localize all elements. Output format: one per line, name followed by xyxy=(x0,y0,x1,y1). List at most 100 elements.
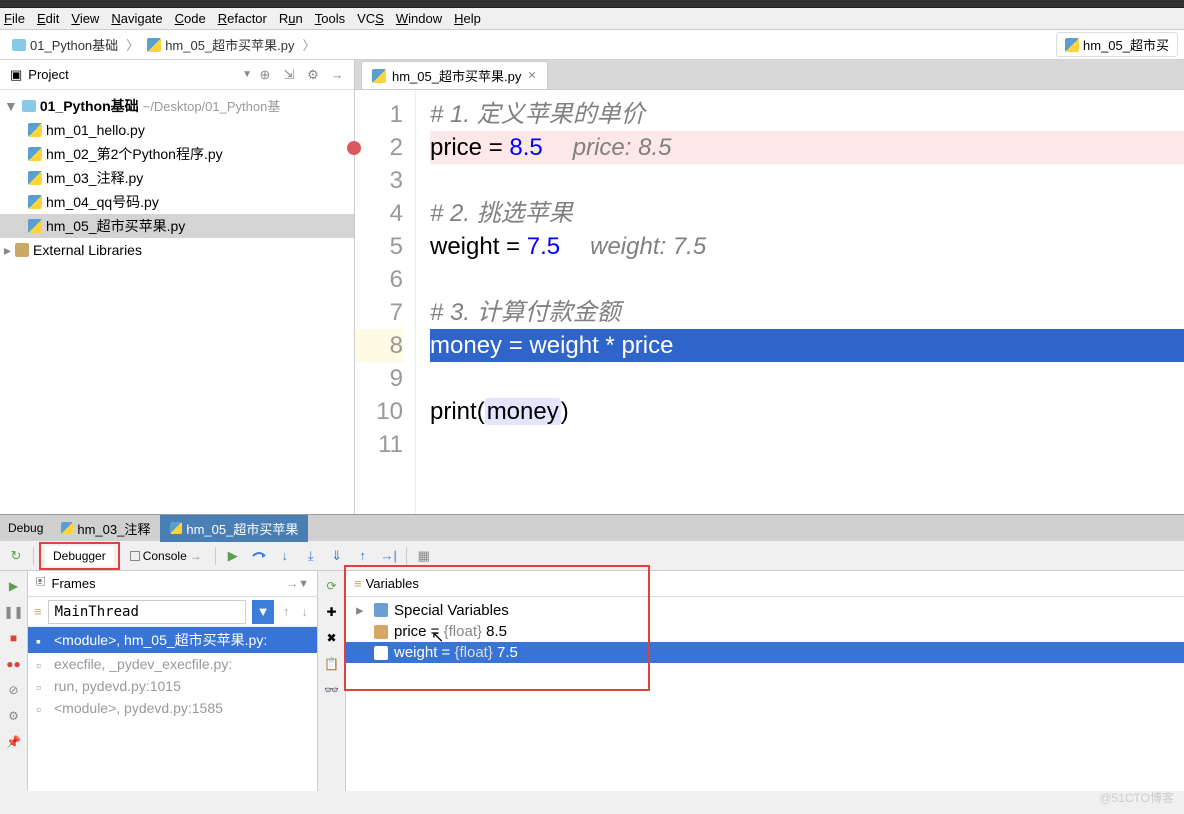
code-comment: # 3. 计算付款金额 xyxy=(430,299,621,326)
settings-icon[interactable]: ⚙ xyxy=(5,707,23,725)
frame-label: <module>, pydevd.py:1585 xyxy=(54,700,223,716)
var-value: 7.5 xyxy=(497,644,518,661)
frame-row[interactable]: ▫<module>, pydevd.py:1585 xyxy=(28,697,317,719)
tree-external-libs[interactable]: ▸External Libraries xyxy=(0,238,354,262)
variables-header: ≡ Variables xyxy=(346,571,1184,597)
menu-run[interactable]: Run xyxy=(279,11,303,26)
stop-icon[interactable]: ■ xyxy=(5,629,23,647)
thread-dropdown-button[interactable]: ▼ xyxy=(252,600,274,624)
hide-icon[interactable]: → xyxy=(330,68,344,82)
pin-icon[interactable]: 📌 xyxy=(5,733,23,751)
python-icon xyxy=(147,38,161,52)
root-path: ~/Desktop/01_Python基 xyxy=(143,99,281,114)
tree-file-active[interactable]: hm_05_超市买苹果.py xyxy=(0,214,354,238)
target-icon[interactable]: ⊕ xyxy=(258,68,272,82)
breakpoint-icon[interactable] xyxy=(347,141,361,155)
force-step-icon[interactable]: ⇓ xyxy=(325,544,349,568)
prev-frame-icon[interactable]: ↑ xyxy=(280,604,293,619)
menu-navigate[interactable]: Navigate xyxy=(111,11,162,26)
menu-file[interactable]: File xyxy=(4,11,25,26)
sidebar-title: Project xyxy=(28,67,236,82)
frame-row[interactable]: ▫run, pydevd.py:1015 xyxy=(28,675,317,697)
gutter[interactable]: 1 2 3 4 5 6 7 8 9 10 11 xyxy=(355,90,415,514)
code-param: money xyxy=(485,398,561,425)
rerun-icon[interactable]: ↻ xyxy=(4,544,28,568)
code-content[interactable]: # 1. 定义苹果的单价 price = 8.5price: 8.5 # 2. … xyxy=(415,90,1184,514)
view-breakpoints-icon[interactable]: ●● xyxy=(5,655,23,673)
tree-file[interactable]: hm_04_qq号码.py xyxy=(0,190,354,214)
frames-dropdown-icon[interactable]: →▼ xyxy=(287,578,309,590)
variables-list: ▸ Special Variables price = {float} 8.5 … xyxy=(346,597,1184,665)
resume-icon[interactable]: ▶ xyxy=(221,544,245,568)
tree-root[interactable]: ▼ 01_Python基础~/Desktop/01_Python基 xyxy=(0,94,354,118)
menu-edit[interactable]: Edit xyxy=(37,11,59,26)
duplicate-icon[interactable]: 📋 xyxy=(323,655,341,673)
var-special[interactable]: ▸ Special Variables xyxy=(346,599,1184,621)
next-frame-icon[interactable]: ↓ xyxy=(299,604,312,619)
file-label: hm_03_注释.py xyxy=(46,168,143,188)
step-out-icon[interactable]: ↑ xyxy=(351,544,375,568)
close-icon[interactable]: ✕ xyxy=(527,69,536,82)
step-over-icon[interactable] xyxy=(247,544,271,568)
editor-tab[interactable]: hm_05_超市买苹果.py ✕ xyxy=(361,61,548,89)
frame-row-active[interactable]: ▪<module>, hm_05_超市买苹果.py: xyxy=(28,627,317,653)
menu-refactor[interactable]: Refactor xyxy=(218,11,267,26)
file-label: hm_05_超市买苹果.py xyxy=(46,216,185,236)
run-to-cursor-icon[interactable]: →| xyxy=(377,544,401,568)
frames-icon: 🗉 xyxy=(36,573,46,595)
expand-icon[interactable]: ▸ xyxy=(356,601,368,619)
python-icon xyxy=(372,69,386,83)
python-icon xyxy=(28,147,42,161)
debug-label: Debug xyxy=(0,518,51,538)
var-row[interactable]: price = {float} 8.5 xyxy=(346,621,1184,642)
var-value: 8.5 xyxy=(486,623,507,640)
paren: ) xyxy=(561,398,569,425)
variables-panel: ≡ Variables ▸ Special Variables price = … xyxy=(346,571,1184,791)
debug-file-tab-active[interactable]: hm_05_超市买苹果 xyxy=(160,515,308,542)
gear-icon[interactable]: ⚙ xyxy=(306,68,320,82)
menu-view[interactable]: View xyxy=(71,11,99,26)
pause-icon[interactable]: ❚❚ xyxy=(5,603,23,621)
breadcrumb-project[interactable]: 01_Python基础 xyxy=(6,33,124,56)
breadcrumb-bar: 01_Python基础 〉 hm_05_超市买苹果.py 〉 hm_05_超市买 xyxy=(0,30,1184,60)
debug-file-tab[interactable]: hm_03_注释 xyxy=(51,515,160,542)
breadcrumb-file[interactable]: hm_05_超市买苹果.py xyxy=(141,33,300,56)
inline-hint: price: 8.5 xyxy=(573,134,672,161)
code-comment: # 2. 挑选苹果 xyxy=(430,200,573,227)
show-watches-icon[interactable]: 👓 xyxy=(323,681,341,699)
collapse-icon[interactable]: ⇲ xyxy=(282,68,296,82)
mute-breakpoints-icon[interactable]: ⊘ xyxy=(5,681,23,699)
resume-icon[interactable]: ▶ xyxy=(5,577,23,595)
thread-dropdown[interactable]: MainThread xyxy=(48,600,246,624)
evaluate-icon[interactable]: ▦ xyxy=(412,544,436,568)
tree-file[interactable]: hm_01_hello.py xyxy=(0,118,354,142)
folder-icon xyxy=(12,39,26,51)
file-selector-right[interactable]: hm_05_超市买 xyxy=(1056,32,1178,57)
tree-file[interactable]: hm_02_第2个Python程序.py xyxy=(0,142,354,166)
console-tab[interactable]: Console→ xyxy=(122,546,210,566)
debugger-tab[interactable]: Debugger xyxy=(45,546,114,566)
title-bar xyxy=(0,0,1184,8)
menu-tools[interactable]: Tools xyxy=(315,11,345,26)
dropdown-icon[interactable]: ▼ xyxy=(242,69,252,80)
python-icon xyxy=(1065,38,1079,52)
tree-file[interactable]: hm_03_注释.py xyxy=(0,166,354,190)
menu-code[interactable]: Code xyxy=(175,11,206,26)
menu-window[interactable]: Window xyxy=(396,11,442,26)
file-selector-label: hm_05_超市买 xyxy=(1083,35,1169,54)
project-tool-icon: ▣ xyxy=(10,67,22,83)
frame-row[interactable]: ▫execfile, _pydev_execfile.py: xyxy=(28,653,317,675)
inline-hint: weight: 7.5 xyxy=(590,233,706,260)
remove-watch-icon[interactable]: ✖ xyxy=(323,629,341,647)
step-into-my-icon[interactable]: ⤓ xyxy=(299,544,323,568)
step-into-icon[interactable]: ↓ xyxy=(273,544,297,568)
menu-help[interactable]: Help xyxy=(454,11,481,26)
code-editor[interactable]: 1 2 3 4 5 6 7 8 9 10 11 # 1. 定义苹果的单价 pri… xyxy=(355,90,1184,514)
breadcrumb-project-label: 01_Python基础 xyxy=(30,35,118,54)
restore-icon[interactable]: ⟳ xyxy=(323,577,341,595)
menu-vcs[interactable]: VCS xyxy=(357,11,384,26)
sidebar-header: ▣ Project ▼ ⊕ ⇲ ⚙ → xyxy=(0,60,354,90)
new-watch-icon[interactable]: ✚ xyxy=(323,603,341,621)
code-text: weight = xyxy=(430,233,527,260)
var-row-selected[interactable]: weight = {float} 7.5 xyxy=(346,642,1184,663)
